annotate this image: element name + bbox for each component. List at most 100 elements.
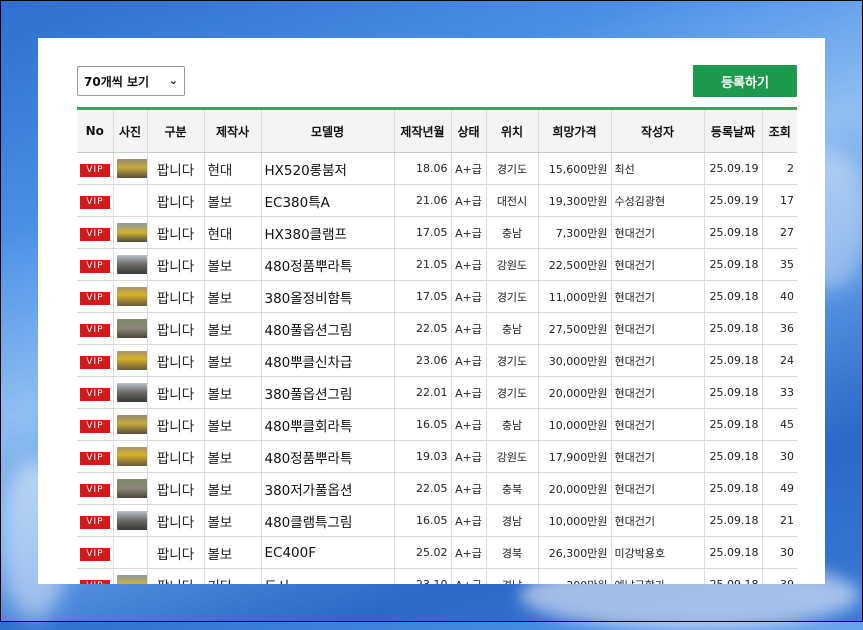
condition-cell: A+급 [450, 344, 486, 377]
col-maker: 제작사 [203, 108, 261, 153]
excavator-thumbnail[interactable] [116, 511, 147, 530]
location-cell: 경기도 [485, 344, 538, 377]
date-cell: 25.09.18 [703, 408, 762, 441]
location-cell: 충북 [485, 472, 538, 505]
excavator-thumbnail[interactable] [116, 223, 147, 242]
type-cell: 팝니다 [146, 152, 204, 185]
vip-badge: VIP [80, 483, 110, 497]
table-row[interactable]: VIP 팝니다 현대 HX520롱붐저 18.06 A+급 경기도 15,600만원 최선 25.… [77, 152, 797, 185]
maker-cell: 볼보 [203, 536, 261, 569]
table-row[interactable]: VIP 팝니다 볼보 480뿌클회라특 16.05 A+급 충남 10,000만원 현대건기 25… [77, 408, 797, 441]
table-row[interactable]: VIP 팝니다 볼보 EC400F 25.02 A+급 경북 26,300만원 미강박용호 25.… [77, 536, 797, 569]
price-cell: 10,000만원 [537, 504, 611, 537]
model-cell[interactable]: 480뿌클신차급 [260, 344, 394, 377]
year-cell: 21.05 [393, 248, 451, 281]
chevron-down-icon: ⌄ [168, 74, 178, 87]
location-cell: 충남 [485, 312, 538, 345]
price-cell: 26,300만원 [537, 536, 611, 569]
excavator-thumbnail[interactable] [116, 447, 147, 466]
date-cell: 25.09.18 [703, 376, 762, 409]
col-model: 모델명 [260, 108, 394, 153]
vip-badge: VIP [80, 291, 110, 305]
model-cell[interactable]: 480뿌클회라특 [260, 408, 394, 441]
year-cell: 23.06 [393, 344, 451, 377]
photo-cell [112, 248, 147, 281]
model-cell[interactable]: 480풀옵션그림 [260, 312, 394, 345]
table-row[interactable]: VIP 팝니다 볼보 480뿌클신차급 23.06 A+급 경기도 30,000만원 현대건기 2… [77, 344, 797, 377]
vip-badge: VIP [80, 419, 110, 433]
author-cell: 최선 [610, 152, 704, 185]
model-cell[interactable]: EC380특A [260, 184, 394, 217]
condition-cell: A+급 [450, 216, 486, 249]
excavator-thumbnail[interactable] [116, 479, 147, 498]
vip-badge: VIP [80, 227, 110, 241]
table-row[interactable]: VIP 팝니다 볼보 380저가풀옵션 22.05 A+급 충북 20,000만원 현대건기 25… [77, 472, 797, 505]
type-cell: 팝니다 [146, 536, 204, 569]
model-cell[interactable]: 도시 [260, 568, 394, 584]
col-year: 제작년월 [393, 108, 451, 153]
views-cell: 49 [761, 472, 797, 505]
views-cell: 24 [761, 344, 797, 377]
no-cell: VIP [77, 248, 113, 281]
type-cell: 팝니다 [146, 312, 204, 345]
table-row[interactable]: VIP 팝니다 현대 HX380클램프 17.05 A+급 충남 7,300만원 현대건기 25.… [77, 216, 797, 249]
vip-badge: VIP [80, 163, 110, 177]
excavator-thumbnail[interactable] [116, 415, 147, 434]
condition-cell: A+급 [450, 376, 486, 409]
model-cell[interactable]: 480정품뿌라특 [260, 248, 394, 281]
location-cell: 경기도 [485, 376, 538, 409]
author-cell: 현대건기 [610, 408, 704, 441]
maker-cell: 볼보 [203, 472, 261, 505]
price-cell: 27,500만원 [537, 312, 611, 345]
excavator-thumbnail[interactable] [116, 255, 147, 274]
author-cell: 수성김광현 [610, 184, 704, 217]
vip-badge: VIP [80, 259, 110, 273]
condition-cell: A+급 [450, 568, 486, 584]
model-cell[interactable]: HX520롱붐저 [260, 152, 394, 185]
price-cell: 19,300만원 [537, 184, 611, 217]
photo-cell [112, 312, 147, 345]
excavator-thumbnail[interactable] [116, 351, 147, 370]
maker-cell: 볼보 [203, 248, 261, 281]
model-cell[interactable]: EC400F [260, 536, 394, 569]
excavator-thumbnail[interactable] [116, 159, 147, 178]
author-cell: 현대건기 [610, 376, 704, 409]
model-cell[interactable]: 380올정비함특 [260, 280, 394, 313]
type-cell: 팝니다 [146, 408, 204, 441]
price-cell: 17,900만원 [537, 440, 611, 473]
list-toolbar: 70개씩 보기 ⌄ 등록하기 [77, 65, 797, 98]
per-page-select[interactable]: 70개씩 보기 ⌄ [77, 66, 185, 96]
model-cell[interactable]: 380저가풀옵션 [260, 472, 394, 505]
table-row[interactable]: VIP 팝니다 볼보 480풀옵션그림 22.05 A+급 충남 27,500만원 현대건기 25… [77, 312, 797, 345]
date-cell: 25.09.18 [703, 344, 762, 377]
table-row[interactable]: VIP 팝니다 볼보 380풀옵션그림 22.01 A+급 경기도 20,000만원 현대건기 2… [77, 376, 797, 409]
model-cell[interactable]: HX380클램프 [260, 216, 394, 249]
table-row[interactable]: VIP 팝니다 볼보 480정품뿌라특 21.05 A+급 강원도 22,500만원 현대건기 2… [77, 248, 797, 281]
condition-cell: A+급 [450, 504, 486, 537]
model-cell[interactable]: 380풀옵션그림 [260, 376, 394, 409]
excavator-thumbnail[interactable] [116, 575, 147, 584]
excavator-thumbnail[interactable] [116, 287, 147, 306]
author-cell: 현대건기 [610, 248, 704, 281]
table-row[interactable]: VIP 팝니다 볼보 380올정비함특 17.05 A+급 경기도 11,000만원 현대건기 2… [77, 280, 797, 313]
condition-cell: A+급 [450, 280, 486, 313]
excavator-thumbnail[interactable] [116, 319, 147, 338]
col-no: No [77, 108, 113, 153]
no-cell: VIP [77, 376, 113, 409]
no-cell: VIP [77, 184, 113, 217]
table-row[interactable]: VIP 팝니다 볼보 480클램특그림 16.05 A+급 경남 10,000만원 현대건기 25… [77, 504, 797, 537]
register-button[interactable]: 등록하기 [693, 65, 797, 97]
table-row[interactable]: VIP 팝니다 볼보 480정품뿌라특 19.03 A+급 강원도 17,900만원 현대건기 2… [77, 440, 797, 473]
table-row[interactable]: VIP 팝니다 볼보 EC380특A 21.06 A+급 대전시 19,300만원 수성김광현 2… [77, 184, 797, 217]
excavator-thumbnail[interactable] [116, 383, 147, 402]
table-row[interactable]: VIP 팝니다기타도시23.10A+급경남300만원예남구합가25.09.1839 [77, 568, 797, 584]
vip-badge: VIP [80, 355, 110, 369]
model-cell[interactable]: 480클램특그림 [260, 504, 394, 537]
author-cell: 현대건기 [610, 344, 704, 377]
type-cell: 팝니다 [146, 344, 204, 377]
vip-badge: VIP [80, 579, 110, 584]
model-cell[interactable]: 480정품뿌라특 [260, 440, 394, 473]
vip-badge: VIP [80, 323, 110, 337]
maker-cell: 볼보 [203, 440, 261, 473]
condition-cell: A+급 [450, 248, 486, 281]
